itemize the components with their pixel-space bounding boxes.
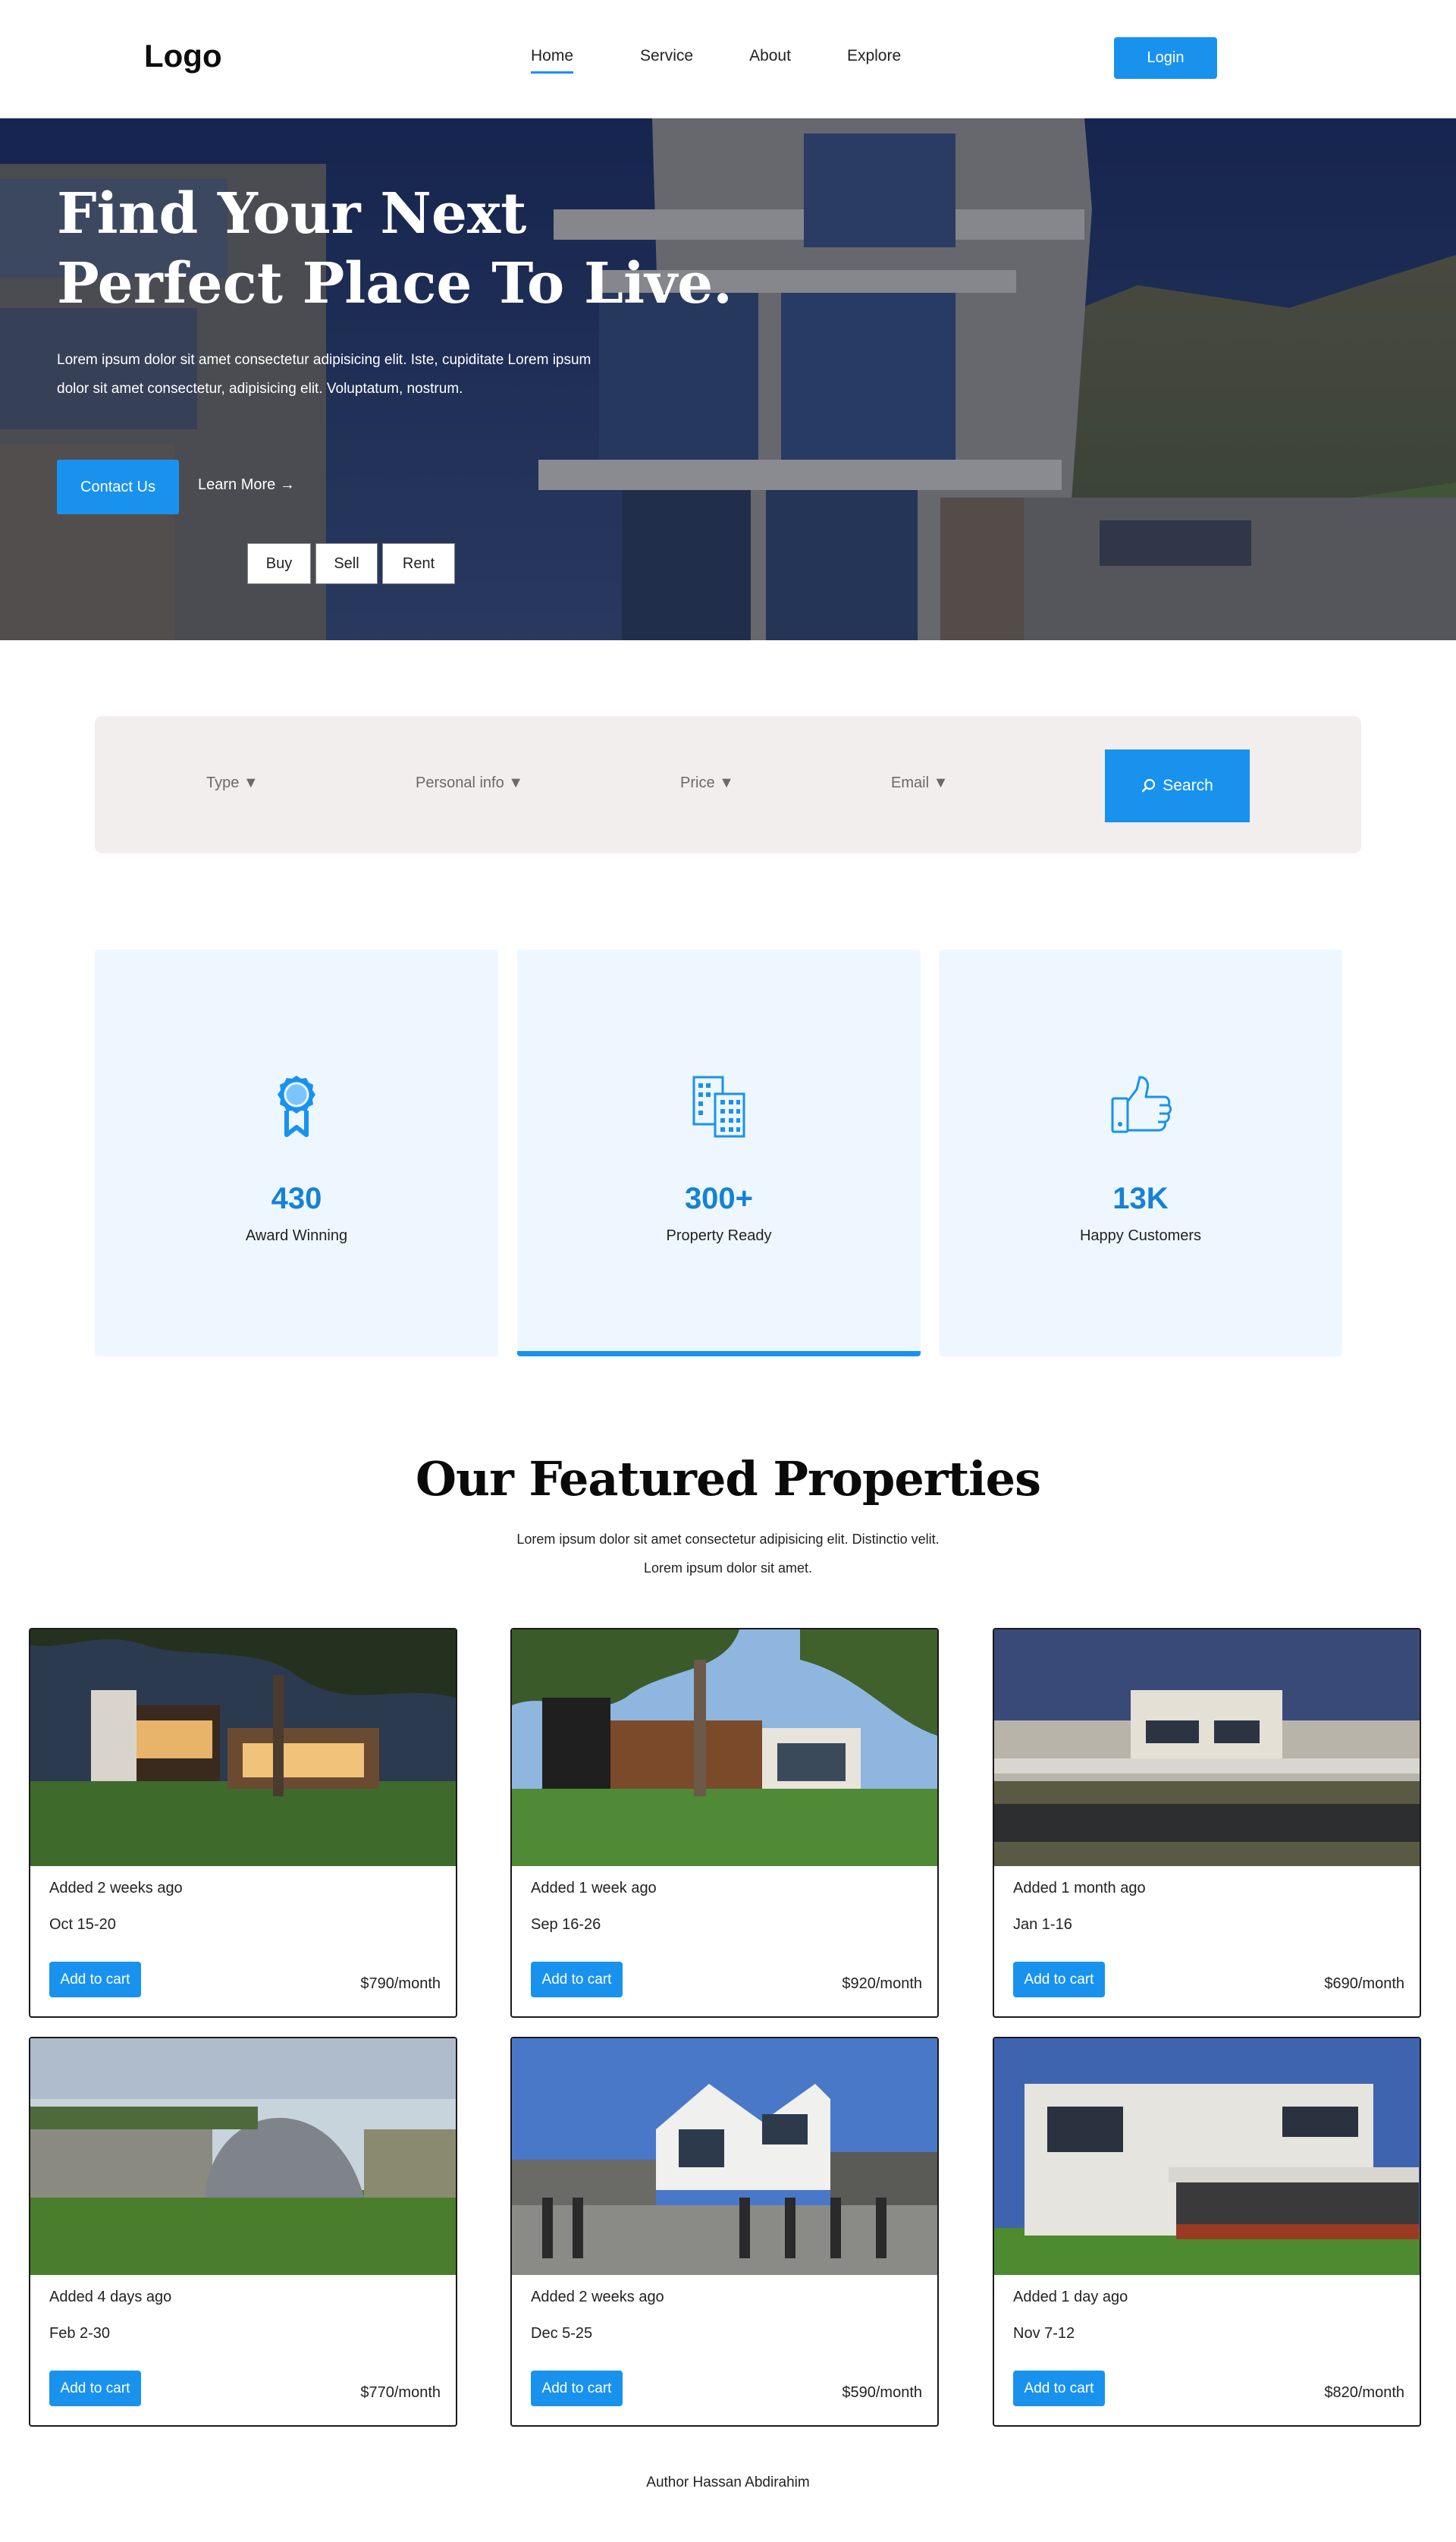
filter-price-dropdown[interactable]: Price ▼ — [680, 775, 734, 792]
tab-sell[interactable]: Sell — [315, 543, 378, 584]
property-image — [994, 1629, 1420, 1866]
property-card: Added 1 month ago Jan 1-16 Add to cart $… — [993, 1628, 1421, 2018]
hero-title-line-2: Perfect Place To Live. — [57, 251, 733, 316]
site-logo[interactable]: Logo — [144, 38, 222, 74]
featured-desc-line-1: Lorem ipsum dolor sit amet consectetur a… — [516, 1532, 940, 1547]
add-to-cart-button[interactable]: Add to cart — [1013, 2371, 1105, 2406]
stat-card-properties: 300+ Property Ready — [517, 950, 921, 1356]
contact-us-button[interactable]: Contact Us — [57, 460, 179, 514]
property-price: $590/month — [842, 2384, 922, 2401]
add-to-cart-button[interactable]: Add to cart — [1013, 1962, 1105, 1997]
featured-desc-line-2: Lorem ipsum dolor sit amet. — [643, 1560, 813, 1576]
stat-card-customers: 13K Happy Customers — [939, 950, 1342, 1356]
search-bar: Type ▼ Personal info ▼ Price ▼ Email ▼ S… — [95, 716, 1361, 853]
property-card: Added 2 weeks ago Oct 15-20 Add to cart … — [29, 1628, 457, 2018]
property-dates: Nov 7-12 — [1013, 2325, 1075, 2342]
property-dates: Jan 1-16 — [1013, 1916, 1072, 1933]
property-image — [994, 2038, 1420, 2275]
property-price: $790/month — [360, 1975, 441, 1992]
stat-value-properties: 300+ — [684, 1182, 754, 1215]
property-card: Added 4 days ago Feb 2-30 Add to cart $7… — [29, 2037, 457, 2427]
award-ribbon-icon — [278, 1076, 315, 1137]
property-image — [30, 1629, 456, 1866]
buildings-icon — [692, 1076, 745, 1138]
featured-title: Our Featured Properties — [416, 1451, 1041, 1507]
stat-value-customers: 13K — [1112, 1182, 1169, 1215]
stat-label-awards: Award Winning — [245, 1227, 348, 1244]
property-added: Added 1 month ago — [1013, 1880, 1146, 1896]
nav-home[interactable]: Home — [531, 47, 574, 74]
property-dates: Oct 15-20 — [49, 1916, 116, 1933]
property-card: Added 1 week ago Sep 16-26 Add to cart $… — [510, 1628, 939, 2018]
hero-title-line-1: Find Your Next — [57, 181, 527, 247]
property-price: $820/month — [1324, 2384, 1404, 2401]
property-image — [30, 2038, 456, 2275]
search-icon — [1142, 778, 1156, 793]
site-header: Logo Home Service About Explore Login — [0, 0, 1456, 118]
filter-email-dropdown[interactable]: Email ▼ — [891, 775, 948, 792]
stat-value-awards: 430 — [271, 1182, 322, 1215]
add-to-cart-button[interactable]: Add to cart — [49, 2371, 141, 2406]
listing-type-tabs: Buy Sell Rent — [247, 543, 455, 584]
property-card: Added 1 day ago Nov 7-12 Add to cart $82… — [993, 2037, 1421, 2427]
property-dates: Sep 16-26 — [531, 1916, 601, 1933]
tab-buy[interactable]: Buy — [247, 543, 311, 584]
property-added: Added 2 weeks ago — [531, 2289, 664, 2305]
property-dates: Feb 2-30 — [49, 2325, 111, 2342]
thumbs-up-icon — [1111, 1076, 1172, 1133]
nav-about[interactable]: About — [749, 47, 791, 74]
property-price: $690/month — [1324, 1975, 1404, 1992]
property-added: Added 1 week ago — [531, 1880, 657, 1896]
add-to-cart-button[interactable]: Add to cart — [531, 2371, 623, 2406]
search-button-label: Search — [1163, 777, 1213, 794]
property-added: Added 4 days ago — [49, 2289, 172, 2305]
add-to-cart-button[interactable]: Add to cart — [531, 1962, 623, 1997]
filter-type-dropdown[interactable]: Type ▼ — [206, 775, 259, 792]
property-card: Added 2 weeks ago Dec 5-25 Add to cart $… — [510, 2037, 939, 2427]
featured-description: Lorem ipsum dolor sit amet consectetur a… — [463, 1525, 993, 1582]
property-dates: Dec 5-25 — [531, 2325, 593, 2342]
hero-section: Find Your Next Perfect Place To Live. Lo… — [0, 118, 1456, 640]
property-added: Added 2 weeks ago — [49, 1880, 183, 1896]
main-nav: Home Service About Explore — [531, 47, 901, 74]
property-price: $770/month — [360, 2384, 441, 2401]
footer-author: Author Hassan Abdirahim — [646, 2474, 810, 2490]
stat-label-customers: Happy Customers — [1079, 1227, 1202, 1244]
search-button[interactable]: Search — [1105, 749, 1250, 822]
hero-title: Find Your Next Perfect Place To Live. — [57, 179, 739, 319]
property-image — [512, 2038, 937, 2275]
nav-service[interactable]: Service — [640, 47, 693, 74]
hero-description: Lorem ipsum dolor sit amet consectetur a… — [57, 352, 592, 397]
property-price: $920/month — [842, 1975, 922, 1992]
tab-rent[interactable]: Rent — [382, 543, 455, 584]
login-button[interactable]: Login — [1114, 37, 1217, 79]
property-image — [512, 1629, 937, 1866]
stat-card-awards: 430 Award Winning — [95, 950, 498, 1356]
learn-more-link[interactable]: Learn More → — [198, 476, 295, 494]
filter-personal-info-dropdown[interactable]: Personal info ▼ — [416, 775, 523, 792]
nav-explore[interactable]: Explore — [847, 47, 901, 74]
stat-label-properties: Property Ready — [666, 1227, 772, 1244]
add-to-cart-button[interactable]: Add to cart — [49, 1962, 141, 1997]
property-added: Added 1 day ago — [1013, 2289, 1128, 2305]
